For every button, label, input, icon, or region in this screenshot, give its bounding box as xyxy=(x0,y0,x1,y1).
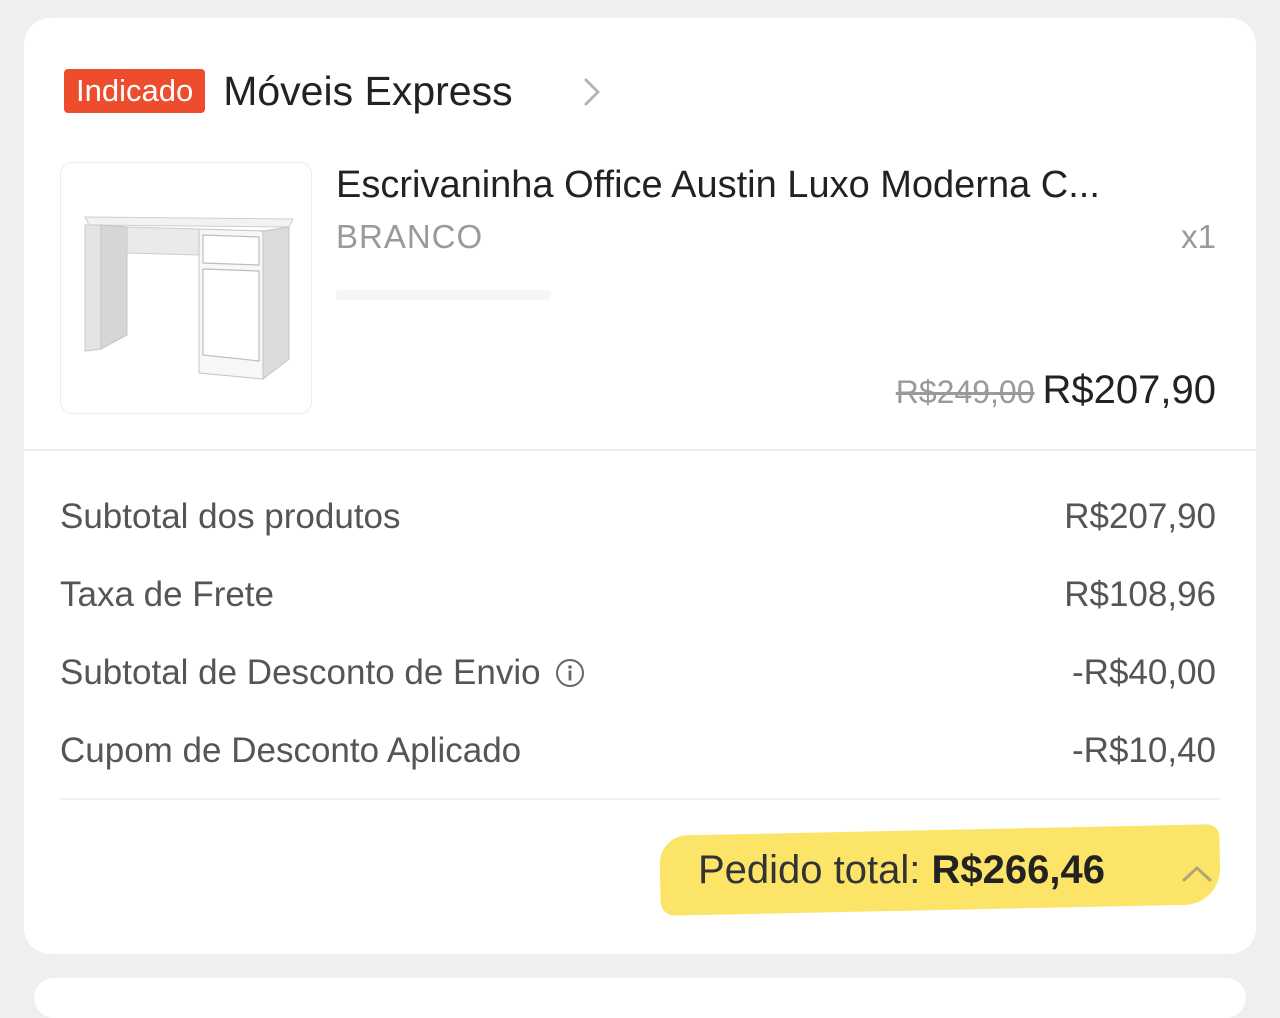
shop-name[interactable]: Móveis Express xyxy=(223,68,512,115)
shop-badge: Indicado xyxy=(64,69,206,113)
summary-value: -R$40,00 xyxy=(1072,653,1216,692)
info-icon[interactable] xyxy=(555,658,585,688)
product-variant: BRANCO xyxy=(336,218,484,255)
summary-row-shipping-discount: Subtotal de Desconto de Envio -R$40,00 xyxy=(60,634,1216,712)
summary-label-with-info: Subtotal de Desconto de Envio xyxy=(60,653,585,693)
product-thumbnail[interactable] xyxy=(60,162,312,414)
summary-row-subtotal: Subtotal dos produtos R$207,90 xyxy=(60,478,1216,556)
desk-image xyxy=(84,216,294,381)
summary-label: Cupom de Desconto Aplicado xyxy=(60,731,522,770)
summary-value: R$108,96 xyxy=(1064,575,1216,614)
order-card: Indicado Móveis Express Escrivaninha Off… xyxy=(24,18,1256,954)
total-divider xyxy=(60,798,1220,800)
shop-header[interactable]: Indicado Móveis Express xyxy=(64,68,513,114)
section-divider xyxy=(24,449,1256,451)
product-title[interactable]: Escrivaninha Office Austin Luxo Moderna … xyxy=(336,164,1100,207)
product-price: R$207,90 xyxy=(1042,368,1216,412)
summary-value: R$207,90 xyxy=(1064,497,1216,536)
summary-label: Taxa de Frete xyxy=(60,575,274,614)
summary-row-coupon: Cupom de Desconto Aplicado -R$10,40 xyxy=(60,712,1216,790)
price-summary: Subtotal dos produtos R$207,90 Taxa de F… xyxy=(60,478,1216,790)
summary-label: Subtotal dos produtos xyxy=(60,497,401,536)
summary-row-shipping: Taxa de Frete R$108,96 xyxy=(60,556,1216,634)
redacted-line xyxy=(336,290,551,300)
original-price: R$249,00 xyxy=(895,374,1035,410)
order-total-text: Pedido total: R$266,46 xyxy=(698,848,1105,893)
chevron-up-icon[interactable] xyxy=(1180,858,1214,888)
order-total-label: Pedido total: xyxy=(698,848,932,892)
chevron-right-icon[interactable] xyxy=(576,76,608,108)
product-quantity: x1 xyxy=(1181,218,1216,255)
order-total-amount: R$266,46 xyxy=(931,848,1105,892)
order-total[interactable]: Pedido total: R$266,46 xyxy=(659,824,1221,916)
product-prices: R$249,00 R$207,90 xyxy=(896,368,1216,413)
summary-label: Subtotal de Desconto de Envio xyxy=(60,653,541,692)
next-card xyxy=(34,978,1246,1018)
summary-value: -R$10,40 xyxy=(1072,731,1216,770)
